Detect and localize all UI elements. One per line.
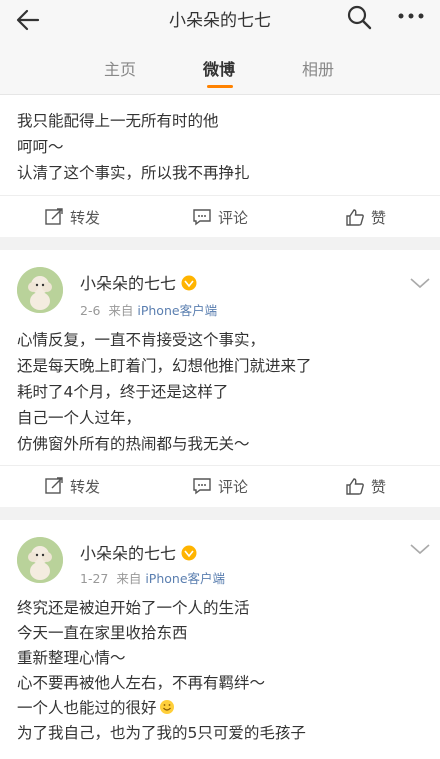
like-button[interactable]: 赞 (345, 476, 386, 497)
avatar[interactable] (17, 537, 63, 583)
vip-badge-icon (181, 275, 197, 291)
like-label: 赞 (371, 478, 387, 496)
profile-tabs: 主页 微博 相册 (0, 40, 440, 95)
post-card: 我只能配得上一无所有时的他 呵呵～ 认清了这个事实，所以我不再挣扎 转发 评论 … (0, 95, 440, 237)
page-title: 小朵朵的七七 (169, 11, 271, 31)
post-card: 小朵朵的七七 2-6 来自 iPhone客户端 心情反复，一直不肯接受这个事实，… (0, 250, 440, 507)
post-text: 一个人也能过的很好 (17, 699, 157, 717)
repost-label: 转发 (70, 478, 101, 496)
post-text-line: 一个人也能过的很好 (17, 696, 175, 718)
post-meta: 2-6 来自 iPhone客户端 (80, 300, 217, 319)
post-text-line: 呵呵～ (17, 138, 64, 156)
post-text-line: 心情反复，一直不肯接受这个事实， (17, 331, 266, 349)
post-text-line: 心不要再被他人左右，不再有羁绊～ (17, 674, 266, 692)
repost-label: 转发 (70, 209, 101, 227)
post-text-line: 耗时了4个月，终于还是这样了 (17, 383, 229, 401)
like-button[interactable]: 赞 (345, 207, 386, 228)
comment-label: 评论 (218, 209, 249, 227)
comment-button[interactable]: 评论 (192, 476, 248, 497)
post-text-line: 还是每天晚上盯着门，幻想他推门就进来了 (17, 357, 312, 375)
tab-weibo[interactable]: 微博 (203, 56, 235, 80)
post-text-line: 终究还是被迫开始了一个人的生活 (17, 599, 250, 617)
comment-icon (193, 478, 211, 495)
avatar[interactable] (17, 267, 63, 313)
smile-emoji-icon (159, 700, 174, 714)
post-text-line: 自己一个人过年， (17, 409, 142, 427)
post-card: 小朵朵的七七 1-27 来自 iPhone客户端 终究还是被迫开始了一个人的生活… (0, 520, 440, 759)
username[interactable]: 小朵朵的七七 (80, 540, 198, 564)
comment-icon (193, 209, 211, 226)
repost-icon (45, 477, 63, 494)
divider (0, 195, 440, 196)
post-actions: 转发 评论 赞 (0, 207, 440, 227)
source-prefix: 来自 (108, 303, 134, 318)
repost-button[interactable]: 转发 (44, 476, 100, 497)
source-prefix: 来自 (116, 571, 142, 586)
tab-album[interactable]: 相册 (302, 56, 334, 80)
post-meta: 1-27 来自 iPhone客户端 (80, 568, 225, 587)
repost-icon (45, 208, 63, 225)
post-actions: 转发 评论 赞 (0, 476, 440, 496)
post-date: 1-27 (80, 571, 109, 586)
username-text: 小朵朵的七七 (80, 544, 177, 563)
post-text-line: 仿佛窗外所有的热闹都与我无关～ (17, 435, 250, 453)
top-bar: 小朵朵的七七 (0, 0, 440, 40)
poodle-avatar-icon (17, 537, 63, 583)
source-link[interactable]: iPhone客户端 (145, 571, 225, 586)
username[interactable]: 小朵朵的七七 (80, 270, 198, 294)
chevron-down-icon[interactable] (408, 542, 432, 556)
vip-badge-icon (181, 545, 197, 561)
post-text-line: 重新整理心情～ (17, 649, 126, 667)
source-link[interactable]: iPhone客户端 (137, 303, 217, 318)
chevron-down-icon[interactable] (408, 276, 432, 290)
post-date: 2-6 (80, 303, 101, 318)
like-icon (346, 209, 364, 226)
search-icon[interactable] (346, 4, 372, 30)
repost-button[interactable]: 转发 (44, 207, 100, 228)
post-text-line: 为了我自己，也为了我的5只可爱的毛孩子 (17, 724, 306, 742)
post-text-line: 认清了这个事实，所以我不再挣扎 (17, 164, 250, 182)
tab-home[interactable]: 主页 (104, 56, 136, 80)
divider (0, 465, 440, 466)
active-tab-indicator (207, 85, 233, 88)
poodle-avatar-icon (17, 267, 63, 313)
comment-button[interactable]: 评论 (192, 207, 248, 228)
post-text-line: 我只能配得上一无所有时的他 (17, 112, 219, 130)
like-icon (346, 478, 364, 495)
like-label: 赞 (371, 209, 387, 227)
username-text: 小朵朵的七七 (80, 274, 177, 293)
more-icon[interactable] (396, 6, 426, 26)
comment-label: 评论 (218, 478, 249, 496)
post-text-line: 今天一直在家里收拾东西 (17, 624, 188, 642)
